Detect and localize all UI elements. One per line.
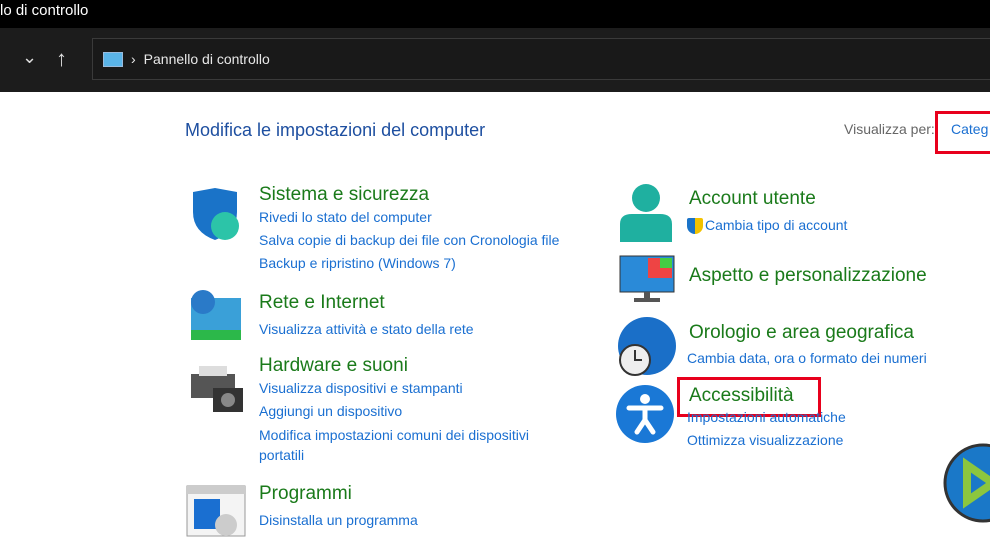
view-by-label: Visualizza per: [844,121,935,137]
breadcrumb-control-panel[interactable]: Pannello di controllo [144,51,270,67]
category-network-internet[interactable]: Rete e Internet [259,292,385,314]
up-arrow-icon[interactable]: ↑ [56,46,67,72]
accessibility-icon [615,384,675,444]
uac-shield-icon [687,217,703,234]
category-user-accounts[interactable]: Account utente [689,188,816,210]
link-change-account-type[interactable]: Cambia tipo di account [705,214,847,237]
control-panel-icon [103,51,123,67]
address-bar[interactable]: › Pannello di controllo [92,38,990,80]
window-title: lo di controllo [0,2,89,19]
category-accessibility[interactable]: Accessibilità [689,385,794,407]
clock-globe-icon [615,316,677,378]
app-logo-icon [943,443,990,523]
shield-icon [189,186,243,240]
programs-icon [186,485,246,537]
link-auto-settings[interactable]: Impostazioni automatiche [687,406,846,429]
title-bar: lo di controllo [0,0,990,28]
page-title: Modifica le impostazioni del computer [185,120,486,140]
link-optimize-display[interactable]: Ottimizza visualizzazione [687,429,846,452]
printer-icon [189,364,245,414]
link-mobility-settings-cont[interactable]: portatili [259,445,529,465]
link-mobility-settings[interactable]: Modifica impostazioni comuni dei disposi… [259,425,529,445]
breadcrumb-separator-icon: › [131,51,136,67]
link-backup-restore[interactable]: Backup e ripristino (Windows 7) [259,252,559,275]
link-change-date-format[interactable]: Cambia data, ora o formato dei numeri [687,347,927,370]
link-add-device[interactable]: Aggiungi un dispositivo [259,400,529,423]
category-clock-region[interactable]: Orologio e area geografica [689,322,914,344]
view-by-dropdown[interactable]: Categ [951,121,988,137]
category-system-security[interactable]: Sistema e sicurezza [259,184,429,206]
link-review-status[interactable]: Rivedi lo stato del computer [259,206,559,229]
category-hardware-sound[interactable]: Hardware e suoni [259,355,408,377]
link-network-status[interactable]: Visualizza attività e stato della rete [259,318,474,341]
category-programs[interactable]: Programmi [259,483,352,505]
link-devices-printers[interactable]: Visualizza dispositivi e stampanti [259,377,529,400]
appearance-icon [618,254,676,304]
link-uninstall-program[interactable]: Disinstalla un programma [259,509,418,532]
recent-locations-chevron-icon[interactable]: ⌄ [22,47,37,68]
link-file-history[interactable]: Salva copie di backup dei file con Crono… [259,229,559,252]
category-appearance[interactable]: Aspetto e personalizzazione [689,265,927,287]
network-icon [187,290,243,342]
user-account-icon [618,184,674,242]
